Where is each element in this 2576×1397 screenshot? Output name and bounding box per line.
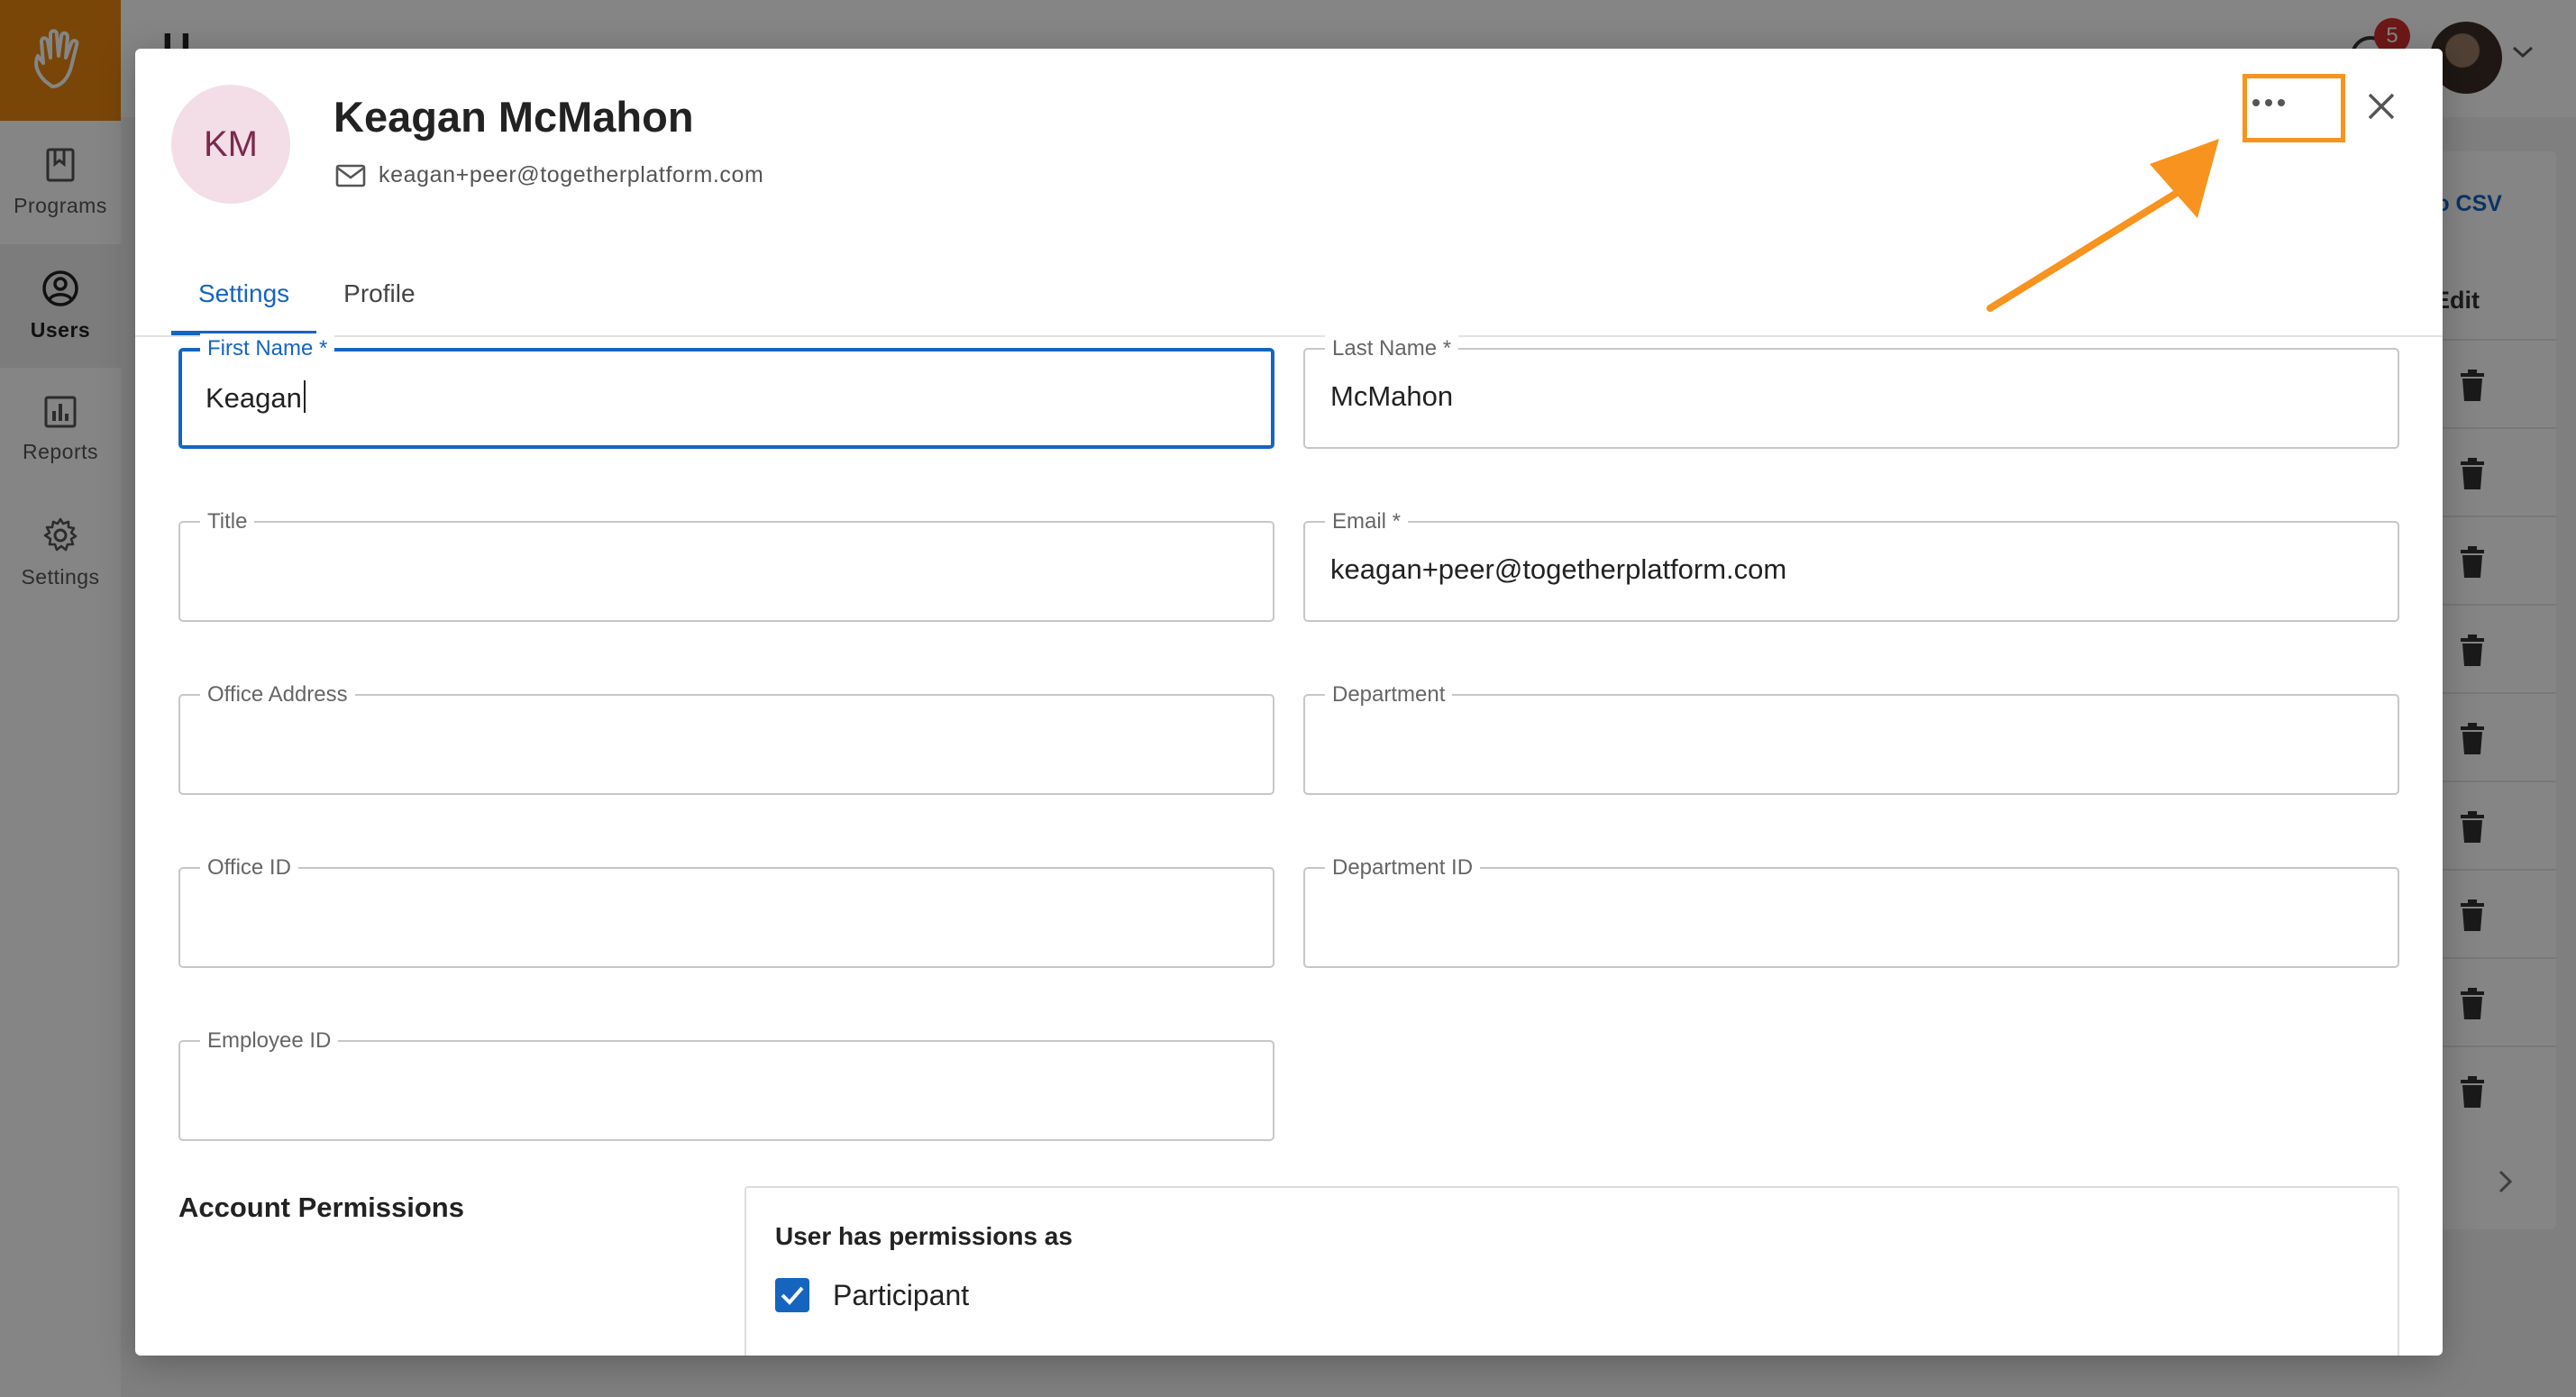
- user-avatar: KM: [171, 85, 290, 204]
- text-caret: [303, 380, 306, 413]
- first-name-text: Keagan: [206, 382, 302, 414]
- email-value: keagan+peer@togetherplatform.com: [1330, 553, 1787, 585]
- participant-label: Participant: [833, 1278, 970, 1311]
- modal-tabs: Settings Profile: [171, 252, 443, 335]
- annotation-arrow: [1987, 139, 2219, 312]
- envelope-icon: [335, 164, 366, 187]
- permissions-subtitle: User has permissions as: [775, 1222, 1073, 1250]
- user-email: keagan+peer@togetherplatform.com: [335, 162, 763, 188]
- user-email-text: keagan+peer@togetherplatform.com: [379, 162, 764, 187]
- office-id-label: Office ID: [200, 853, 298, 883]
- tab-settings[interactable]: Settings: [171, 252, 317, 335]
- participant-checkbox[interactable]: [775, 1278, 809, 1312]
- office-address-label: Office Address: [200, 680, 355, 710]
- first-name-field[interactable]: First Name * Keagan: [178, 333, 1274, 449]
- employee-id-label: Employee ID: [200, 1026, 339, 1056]
- employee-id-field[interactable]: Employee ID: [178, 1026, 1274, 1141]
- user-details-modal: KM Keagan McMahon keagan+peer@togetherpl…: [135, 49, 2443, 1356]
- last-name-value: McMahon: [1330, 380, 1454, 412]
- department-id-label: Department ID: [1325, 853, 1481, 883]
- tabs-divider: [135, 335, 2443, 337]
- office-address-field[interactable]: Office Address: [178, 680, 1274, 795]
- title-label: Title: [200, 507, 255, 537]
- first-name-label: First Name *: [200, 333, 335, 364]
- email-label: Email *: [1325, 507, 1409, 537]
- checkmark-icon: [781, 1286, 804, 1305]
- title-field[interactable]: Title: [178, 507, 1274, 622]
- department-id-field[interactable]: Department ID: [1303, 853, 2399, 968]
- last-name-label: Last Name *: [1325, 333, 1459, 364]
- annotation-highlight-box: [2243, 74, 2345, 142]
- last-name-field[interactable]: Last Name * McMahon: [1303, 333, 2399, 449]
- close-icon[interactable]: [2365, 90, 2398, 123]
- first-name-value: Keagan: [206, 380, 306, 415]
- tab-profile[interactable]: Profile: [316, 252, 442, 335]
- department-label: Department: [1325, 680, 1453, 710]
- user-name: Keagan McMahon: [333, 93, 694, 141]
- email-field[interactable]: Email * keagan+peer@togetherplatform.com: [1303, 507, 2399, 622]
- participant-checkbox-row[interactable]: Participant: [775, 1278, 969, 1312]
- permissions-panel: User has permissions as Participant: [744, 1186, 2399, 1356]
- office-id-field[interactable]: Office ID: [178, 853, 1274, 968]
- department-field[interactable]: Department: [1303, 680, 2399, 795]
- account-permissions-heading: Account Permissions: [178, 1192, 464, 1223]
